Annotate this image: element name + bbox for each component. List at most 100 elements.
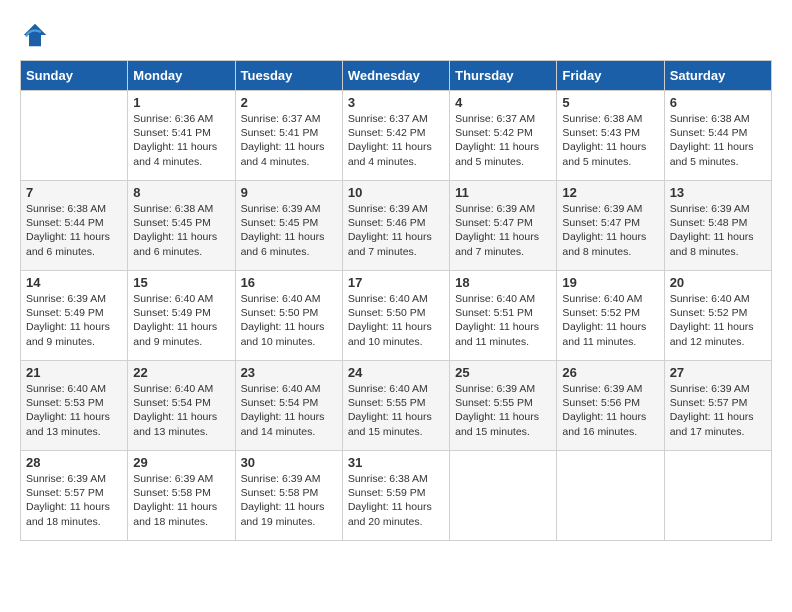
day-number: 24 [348,365,444,380]
day-info: Sunrise: 6:40 AMSunset: 5:54 PMDaylight:… [133,382,229,439]
calendar-cell: 18Sunrise: 6:40 AMSunset: 5:51 PMDayligh… [450,271,557,361]
day-number: 6 [670,95,766,110]
day-number: 2 [241,95,337,110]
calendar-cell: 23 Sunrise: 6:40 AMSunset: 5:54 PMDayligh… [235,361,342,451]
calendar-cell: 3 Sunrise: 6:37 AMSunset: 5:42 PMDaylight… [342,91,449,181]
day-info: Sunrise: 6:40 AMSunset: 5:55 PMDaylight:… [348,382,444,439]
page-header [20,20,772,50]
day-info: Sunrise: 6:39 AMSunset: 5:57 PMDaylight:… [26,472,122,529]
calendar-cell: 7 Sunrise: 6:38 AMSunset: 5:44 PMDaylight… [21,181,128,271]
weekday-header-friday: Friday [557,61,664,91]
weekday-header-thursday: Thursday [450,61,557,91]
day-number: 17 [348,275,444,290]
calendar-cell [664,451,771,541]
day-number: 18 [455,275,551,290]
calendar-week-4: 21Sunrise: 6:40 AMSunset: 5:53 PMDayligh… [21,361,772,451]
day-number: 14 [26,275,122,290]
calendar-cell: 4 Sunrise: 6:37 AMSunset: 5:42 PMDaylight… [450,91,557,181]
day-number: 23 [241,365,337,380]
day-info: Sunrise: 6:38 AMSunset: 5:44 PMDaylight:… [670,112,766,169]
calendar-cell: 20 Sunrise: 6:40 AMSunset: 5:52 PMDayligh… [664,271,771,361]
calendar-cell: 11 Sunrise: 6:39 AMSunset: 5:47 PMDayligh… [450,181,557,271]
day-number: 3 [348,95,444,110]
calendar-cell: 30 Sunrise: 6:39 AMSunset: 5:58 PMDayligh… [235,451,342,541]
calendar-week-1: 1 Sunrise: 6:36 AMSunset: 5:41 PMDaylight… [21,91,772,181]
day-number: 7 [26,185,122,200]
day-number: 15 [133,275,229,290]
day-info: Sunrise: 6:39 AMSunset: 5:57 PMDaylight:… [670,382,766,439]
day-number: 28 [26,455,122,470]
calendar-cell: 31 Sunrise: 6:38 AMSunset: 5:59 PMDayligh… [342,451,449,541]
day-number: 13 [670,185,766,200]
day-number: 12 [562,185,658,200]
calendar-cell: 17Sunrise: 6:40 AMSunset: 5:50 PMDayligh… [342,271,449,361]
day-info: Sunrise: 6:40 AMSunset: 5:52 PMDaylight:… [562,292,658,349]
calendar-week-2: 7 Sunrise: 6:38 AMSunset: 5:44 PMDaylight… [21,181,772,271]
day-number: 5 [562,95,658,110]
day-info: Sunrise: 6:39 AMSunset: 5:58 PMDaylight:… [241,472,337,529]
calendar-week-3: 14 Sunrise: 6:39 AMSunset: 5:49 PMDayligh… [21,271,772,361]
day-number: 20 [670,275,766,290]
day-number: 25 [455,365,551,380]
calendar-cell: 15 Sunrise: 6:40 AMSunset: 5:49 PMDayligh… [128,271,235,361]
calendar-cell: 12 Sunrise: 6:39 AMSunset: 5:47 PMDayligh… [557,181,664,271]
day-number: 29 [133,455,229,470]
day-number: 16 [241,275,337,290]
day-info: Sunrise: 6:39 AMSunset: 5:45 PMDaylight:… [241,202,337,259]
day-info: Sunrise: 6:36 AMSunset: 5:41 PMDaylight:… [133,112,229,169]
weekday-header-wednesday: Wednesday [342,61,449,91]
day-number: 10 [348,185,444,200]
day-number: 21 [26,365,122,380]
day-info: Sunrise: 6:39 AMSunset: 5:46 PMDaylight:… [348,202,444,259]
day-info: Sunrise: 6:37 AMSunset: 5:42 PMDaylight:… [348,112,444,169]
calendar-cell: 28 Sunrise: 6:39 AMSunset: 5:57 PMDayligh… [21,451,128,541]
day-number: 30 [241,455,337,470]
day-info: Sunrise: 6:39 AMSunset: 5:56 PMDaylight:… [562,382,658,439]
day-info: Sunrise: 6:38 AMSunset: 5:59 PMDaylight:… [348,472,444,529]
calendar-cell: 2Sunrise: 6:37 AMSunset: 5:41 PMDaylight… [235,91,342,181]
day-number: 27 [670,365,766,380]
day-info: Sunrise: 6:40 AMSunset: 5:49 PMDaylight:… [133,292,229,349]
calendar-cell: 10 Sunrise: 6:39 AMSunset: 5:46 PMDayligh… [342,181,449,271]
day-number: 31 [348,455,444,470]
weekday-header-tuesday: Tuesday [235,61,342,91]
calendar-cell: 24 Sunrise: 6:40 AMSunset: 5:55 PMDayligh… [342,361,449,451]
day-info: Sunrise: 6:39 AMSunset: 5:58 PMDaylight:… [133,472,229,529]
calendar-cell: 19 Sunrise: 6:40 AMSunset: 5:52 PMDayligh… [557,271,664,361]
day-number: 22 [133,365,229,380]
day-number: 9 [241,185,337,200]
day-number: 8 [133,185,229,200]
day-info: Sunrise: 6:39 AMSunset: 5:47 PMDaylight:… [562,202,658,259]
day-info: Sunrise: 6:38 AMSunset: 5:43 PMDaylight:… [562,112,658,169]
calendar-cell [450,451,557,541]
day-info: Sunrise: 6:39 AMSunset: 5:49 PMDaylight:… [26,292,122,349]
calendar-table: SundayMondayTuesdayWednesdayThursdayFrid… [20,60,772,541]
logo-icon [20,20,50,50]
calendar-cell: 16Sunrise: 6:40 AMSunset: 5:50 PMDayligh… [235,271,342,361]
day-info: Sunrise: 6:38 AMSunset: 5:44 PMDaylight:… [26,202,122,259]
calendar-cell: 21Sunrise: 6:40 AMSunset: 5:53 PMDayligh… [21,361,128,451]
weekday-header-row: SundayMondayTuesdayWednesdayThursdayFrid… [21,61,772,91]
weekday-header-sunday: Sunday [21,61,128,91]
calendar-cell: 13 Sunrise: 6:39 AMSunset: 5:48 PMDayligh… [664,181,771,271]
calendar-cell: 8Sunrise: 6:38 AMSunset: 5:45 PMDaylight… [128,181,235,271]
calendar-cell: 22 Sunrise: 6:40 AMSunset: 5:54 PMDayligh… [128,361,235,451]
logo [20,20,54,50]
calendar-cell [21,91,128,181]
day-info: Sunrise: 6:40 AMSunset: 5:54 PMDaylight:… [241,382,337,439]
day-number: 11 [455,185,551,200]
calendar-cell [557,451,664,541]
weekday-header-saturday: Saturday [664,61,771,91]
calendar-cell: 26 Sunrise: 6:39 AMSunset: 5:56 PMDayligh… [557,361,664,451]
day-number: 19 [562,275,658,290]
calendar-cell: 29 Sunrise: 6:39 AMSunset: 5:58 PMDayligh… [128,451,235,541]
day-number: 4 [455,95,551,110]
day-info: Sunrise: 6:37 AMSunset: 5:42 PMDaylight:… [455,112,551,169]
day-info: Sunrise: 6:39 AMSunset: 5:47 PMDaylight:… [455,202,551,259]
day-info: Sunrise: 6:39 AMSunset: 5:48 PMDaylight:… [670,202,766,259]
calendar-cell: 5 Sunrise: 6:38 AMSunset: 5:43 PMDaylight… [557,91,664,181]
weekday-header-monday: Monday [128,61,235,91]
day-number: 1 [133,95,229,110]
day-info: Sunrise: 6:40 AMSunset: 5:52 PMDaylight:… [670,292,766,349]
day-number: 26 [562,365,658,380]
